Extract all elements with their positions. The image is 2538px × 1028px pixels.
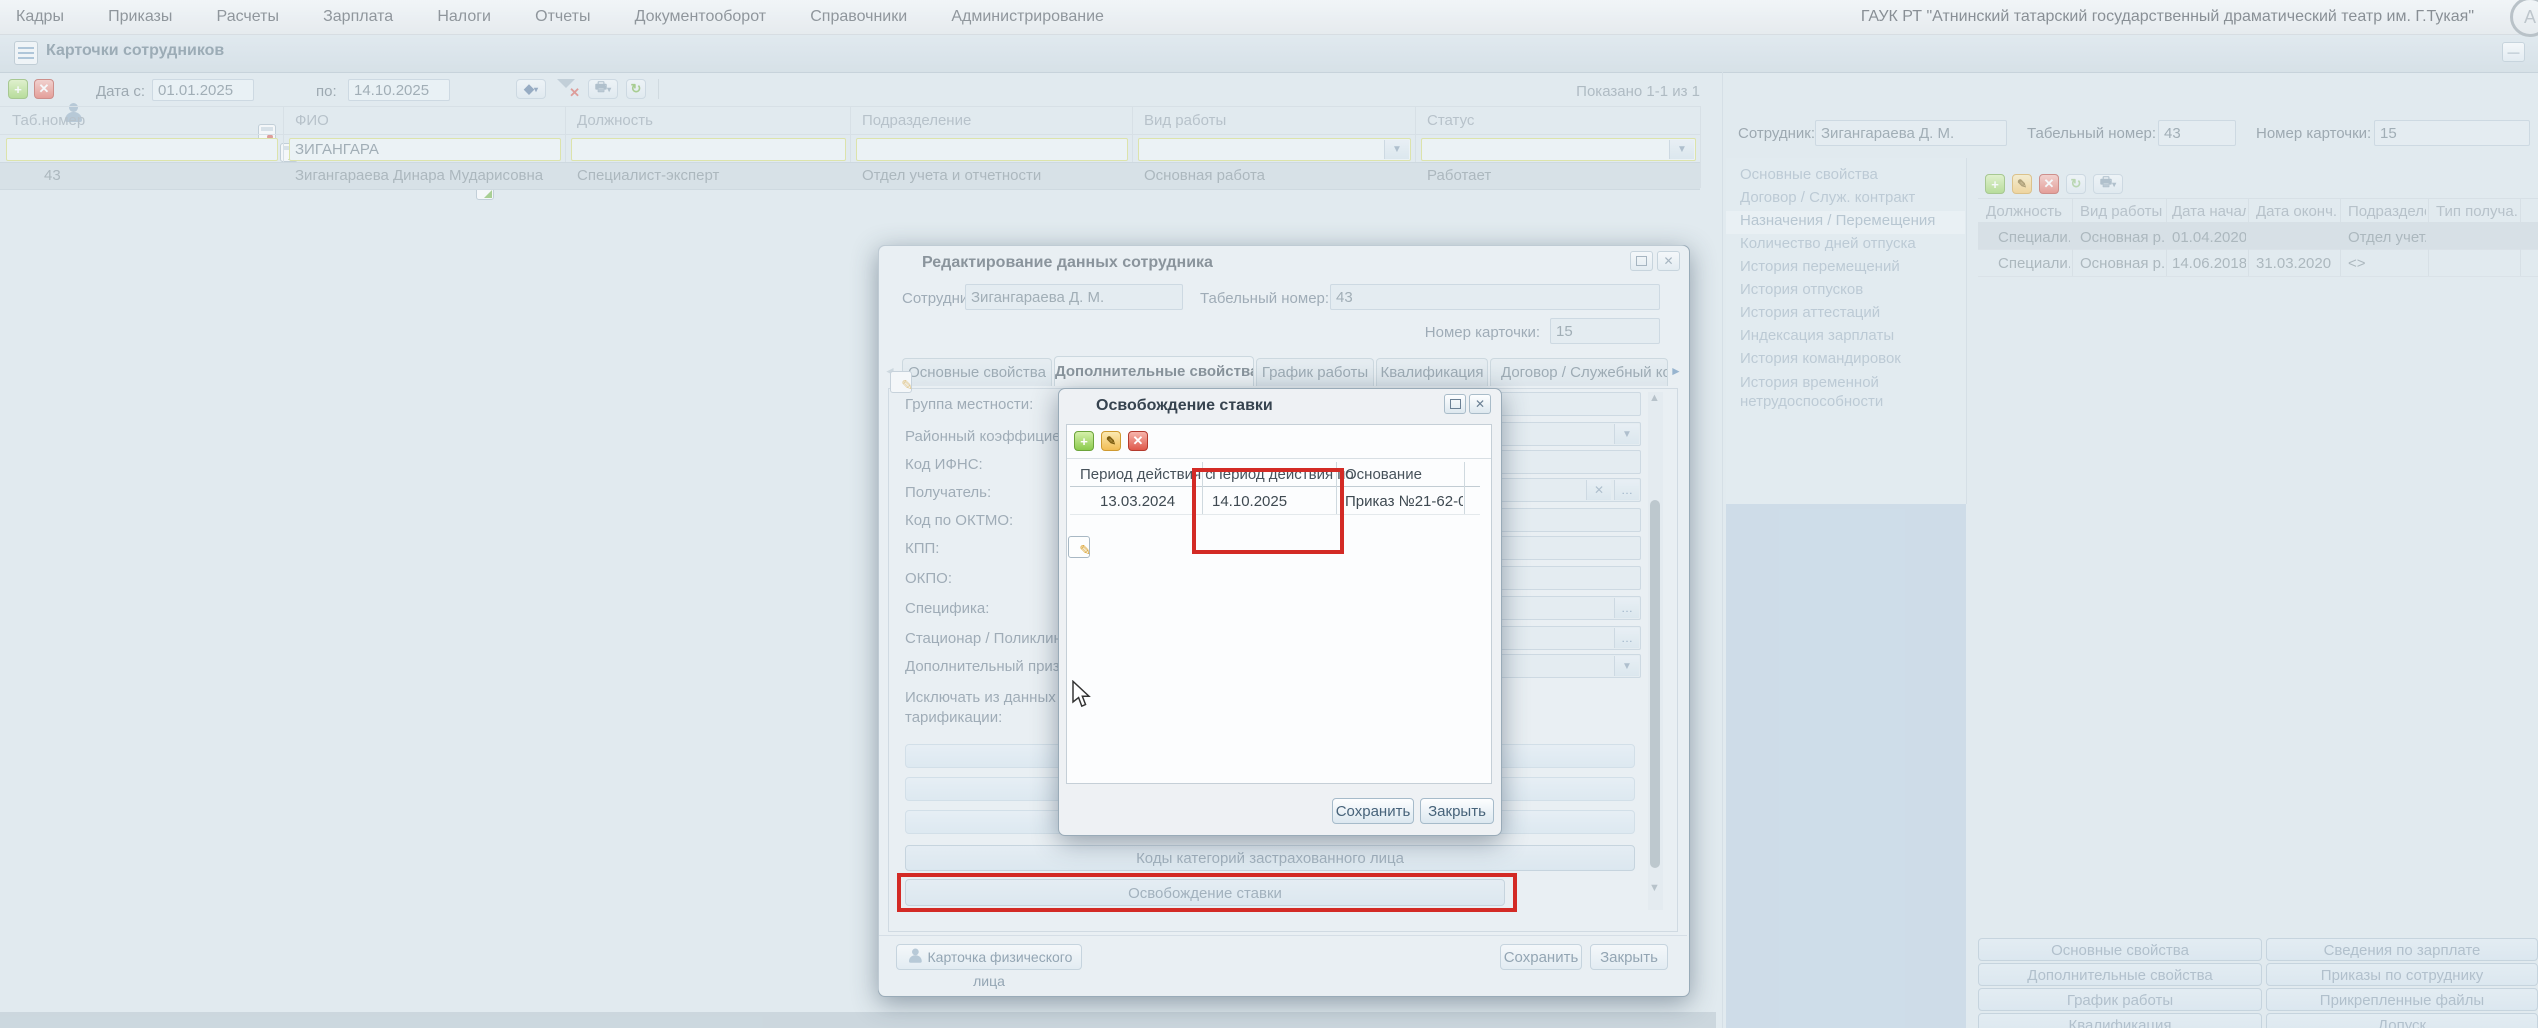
highlight-rect-period-to [1192, 468, 1344, 554]
window-close-icon[interactable]: ✕ [1469, 394, 1491, 414]
exemption-col-basis[interactable]: Основание [1345, 466, 1422, 483]
add-record-button[interactable]: + [1074, 431, 1094, 451]
toolbar-divider [1067, 458, 1491, 459]
exemption-dialog-title: Освобождение ставки [1096, 397, 1273, 414]
application-window: Кадры Приказы Расчеты Зарплата Налоги От… [0, 0, 2538, 1028]
delete-record-button[interactable]: ✕ [1128, 431, 1148, 451]
edit-record-icon[interactable]: ✎ [1101, 431, 1121, 451]
highlight-rect-rate-exemption [897, 873, 1517, 912]
grid-divider [1464, 462, 1465, 514]
exemption-cell-basis: Приказ №21-62-02... [1345, 493, 1463, 510]
exemption-cell-from: 13.03.2024 [1100, 493, 1176, 510]
edit-document-icon [1068, 536, 1091, 559]
exemption-save-button[interactable]: Сохранить [1332, 798, 1414, 824]
window-maximize-icon[interactable] [1444, 394, 1466, 414]
mouse-cursor-icon [1072, 680, 1091, 708]
exemption-close-button[interactable]: Закрыть [1420, 798, 1494, 824]
